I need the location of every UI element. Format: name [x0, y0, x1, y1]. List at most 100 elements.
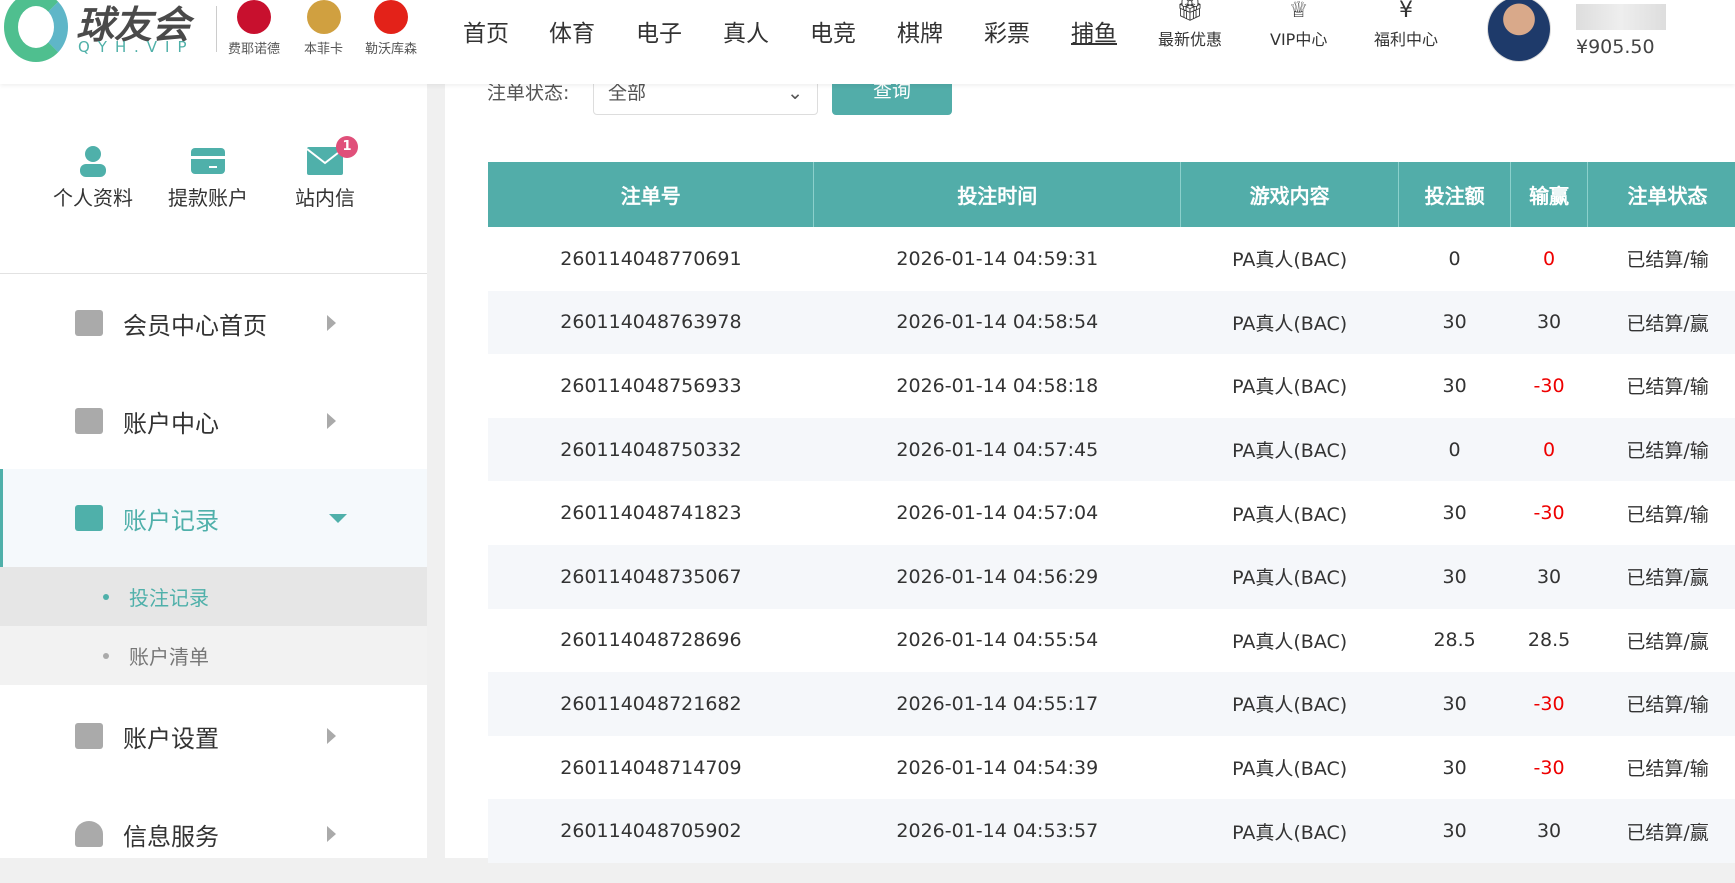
bullet-icon [103, 593, 109, 600]
table-row[interactable]: 260114048756933 2026-01-14 04:58:18 PA真人(B… [488, 354, 1735, 418]
red-envelope-icon: ¥ [1399, 0, 1413, 23]
logo-subtext: QYH.VIP [78, 38, 195, 56]
nav-fishing[interactable]: 捕鱼 [1071, 14, 1117, 48]
table-cell: 28.5 [1527, 629, 1571, 652]
menu-label: 账户中心 [123, 409, 219, 438]
menu-member-home[interactable]: 会员中心首页 [0, 274, 427, 372]
club-benfica[interactable]: 本菲卡 [304, 0, 343, 57]
club-feyenoord[interactable]: 费耶诺德 [228, 0, 280, 57]
submenu-label: 投注记录 [129, 586, 209, 610]
chevron-down-icon [329, 513, 347, 523]
table-cell: 已结算/输 [1626, 249, 1709, 272]
table-cell: PA真人(BAC) [1180, 290, 1399, 355]
quick-profile[interactable]: 个人资料 [38, 140, 148, 211]
nav-cards[interactable]: 棋牌 [897, 14, 943, 48]
table-cell: 2026-01-14 04:55:54 [896, 629, 1099, 652]
table-cell: PA真人(BAC) [1232, 630, 1348, 653]
table-cell: 2026-01-14 04:58:54 [813, 290, 1181, 355]
club-label: 费耶诺德 [228, 42, 281, 57]
table-cell: PA真人(BAC) [1232, 758, 1348, 781]
table-cell: 260114048741823 [560, 502, 742, 525]
nav-slots[interactable]: 电子 [636, 14, 682, 48]
table-cell: PA真人(BAC) [1180, 799, 1399, 863]
menu-label: 信息服务 [123, 822, 219, 851]
divider [216, 6, 217, 52]
nav-live[interactable]: 真人 [723, 14, 769, 48]
table-cell: 30 [1510, 290, 1588, 355]
table-row[interactable]: 260114048714709 2026-01-14 04:54:39 PA真人(B… [488, 736, 1735, 800]
quick-label: 提款账户 [168, 186, 248, 210]
table-row[interactable]: 260114048728696 2026-01-14 04:55:54 PA真人(B… [488, 609, 1735, 673]
wallet-icon [75, 408, 103, 434]
table-cell: -30 [1510, 672, 1588, 736]
table-row[interactable]: 260114048735067 2026-01-14 04:56:29 PA真人(B… [488, 544, 1735, 609]
column-header: 输赢 [1510, 162, 1589, 227]
table-cell: 260114048728696 [560, 629, 742, 652]
table-cell: 已结算/输 [1626, 758, 1709, 781]
submenu-account-statement[interactable]: 账户清单 [0, 626, 427, 685]
folder-icon [75, 723, 103, 749]
quick-inbox[interactable]: 1 站内信 [270, 136, 380, 211]
nav-esports[interactable]: 电竞 [810, 14, 856, 48]
main-content: 注单状态: 全部 ⌄ 查询 注单号 投注时间 游戏内容 投注额 输赢 注单状态 260114… [445, 74, 1735, 863]
table-cell: 0 [1398, 417, 1511, 482]
nav-sports[interactable]: 体育 [549, 14, 595, 48]
menu-account-center[interactable]: 账户中心 [0, 372, 427, 470]
table-cell: 30 [1398, 290, 1511, 355]
table-cell: 已结算/赢 [1626, 630, 1709, 653]
table-cell: 2026-01-14 04:53:57 [813, 799, 1181, 863]
chevron-right-icon [327, 826, 336, 842]
club-label: 本菲卡 [304, 42, 344, 57]
nav-lottery[interactable]: 彩票 [984, 14, 1030, 48]
table-cell: 260114048721682 [488, 672, 814, 736]
quick-label: 个人资料 [53, 186, 133, 210]
table-cell: PA真人(BAC) [1232, 503, 1348, 526]
table-cell: 已结算/输 [1587, 417, 1735, 482]
unread-badge: 1 [336, 136, 358, 158]
table-row[interactable]: 260114048741823 2026-01-14 04:57:04 PA真人(B… [488, 481, 1735, 545]
avatar[interactable] [1487, 0, 1551, 62]
table-cell: 260114048756933 [560, 374, 742, 397]
column-header: 注单号 [488, 162, 815, 227]
nav-promotions[interactable]: 🎁︎ 最新优惠 [1158, 0, 1222, 50]
submenu-bet-records[interactable]: 投注记录 [0, 567, 427, 626]
table-cell: 2026-01-14 04:55:17 [813, 672, 1181, 736]
table-cell: 0 [1448, 247, 1461, 270]
menu-info-service[interactable]: 信息服务 [0, 785, 427, 883]
table-cell: 30 [1442, 374, 1467, 397]
nav-label: VIP中心 [1270, 30, 1328, 49]
menu-account-settings[interactable]: 账户设置 [0, 687, 427, 785]
quick-withdraw-account[interactable]: 提款账户 [153, 140, 263, 211]
nav-label: 最新优惠 [1158, 30, 1223, 49]
bullet-icon [103, 652, 109, 659]
table-cell: 2026-01-14 04:57:45 [813, 417, 1181, 482]
username-blurred [1576, 4, 1666, 30]
table-cell: 28.5 [1433, 629, 1476, 652]
nav-welfare[interactable]: ¥ 福利中心 [1374, 0, 1438, 50]
table-row[interactable]: 260114048770691 2026-01-14 04:59:31 PA真人(B… [488, 227, 1735, 291]
menu-account-records[interactable]: 账户记录 [0, 469, 427, 567]
dashboard-icon [75, 310, 103, 336]
table-cell: 260114048763978 [488, 290, 814, 355]
table-cell: 260114048735067 [488, 544, 814, 609]
table-cell: 30 [1510, 799, 1588, 863]
table-row[interactable]: 260114048763978 2026-01-14 04:58:54 PA真人(B… [488, 290, 1735, 355]
nav-home[interactable]: 首页 [463, 14, 509, 48]
user-icon [80, 146, 106, 177]
club-crest-icon [306, 0, 341, 34]
nav-label: 福利中心 [1374, 30, 1439, 49]
table-cell: 260114048714709 [560, 756, 742, 779]
table-cell: 已结算/输 [1626, 503, 1709, 526]
club-leverkusen[interactable]: 勒沃库森 [365, 0, 417, 57]
club-crest-icon [374, 0, 408, 34]
table-cell: 2026-01-14 04:54:39 [896, 756, 1099, 779]
table-cell: 0 [1543, 247, 1556, 270]
table-cell: 30 [1398, 799, 1511, 863]
table-cell: 260114048750332 [488, 417, 814, 482]
table-cell: 已结算/赢 [1587, 544, 1735, 609]
table-row[interactable]: 260114048750332 2026-01-14 04:57:45 PA真人(B… [488, 417, 1735, 482]
nav-vip[interactable]: ♕ VIP中心 [1270, 0, 1327, 50]
table-row[interactable]: 260114048721682 2026-01-14 04:55:17 PA真人(B… [488, 672, 1735, 736]
table-row[interactable]: 260114048705902 2026-01-14 04:53:57 PA真人(B… [488, 799, 1735, 863]
logo-icon[interactable] [4, 0, 68, 62]
